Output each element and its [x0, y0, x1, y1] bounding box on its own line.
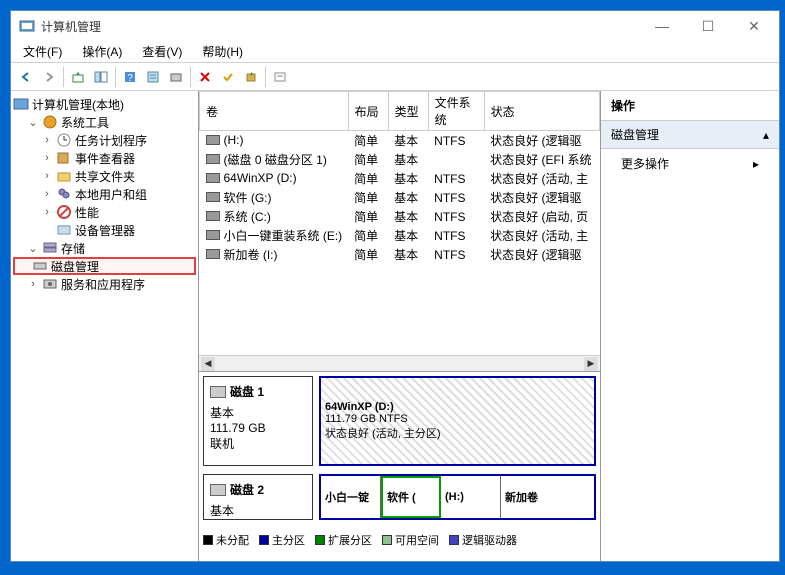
menu-view[interactable]: 查看(V): [136, 41, 188, 62]
list-button[interactable]: [269, 66, 291, 88]
action-disk-mgmt[interactable]: 磁盘管理 ▴: [601, 121, 779, 149]
expand-icon[interactable]: ›: [41, 134, 53, 146]
disk2-partition-3[interactable]: (H:): [441, 476, 501, 518]
table-row[interactable]: 系统 (C:)简单基本NTFS状态良好 (启动, 页: [200, 207, 600, 226]
volume-icon: [206, 173, 220, 183]
content-area: 计算机管理(本地) ⌄系统工具 ›任务计划程序 ›事件查看器 ›共享文件夹 ›本…: [11, 91, 779, 561]
up-button[interactable]: [67, 66, 89, 88]
tree-shared-folders[interactable]: ›共享文件夹: [13, 167, 196, 185]
close-button[interactable]: ✕: [731, 11, 777, 41]
volume-list[interactable]: 卷 布局 类型 文件系统 状态 (H:)简单基本NTFS状态良好 (逻辑驱(磁盘…: [199, 91, 600, 355]
titlebar: 计算机管理 ― ☐ ✕: [11, 11, 779, 41]
table-row[interactable]: (H:)简单基本NTFS状态良好 (逻辑驱: [200, 131, 600, 151]
disk2-partitions: 小白一锭 软件 ( (H:) 新加卷: [319, 474, 596, 520]
app-icon: [19, 18, 35, 34]
col-layout[interactable]: 布局: [348, 92, 388, 131]
action-pane: 操作 磁盘管理 ▴ 更多操作 ▸: [601, 91, 779, 561]
collapse-icon[interactable]: ⌄: [27, 242, 39, 255]
collapse-icon: ▴: [763, 128, 769, 142]
show-hide-tree-button[interactable]: [90, 66, 112, 88]
tree-storage[interactable]: ⌄存储: [13, 239, 196, 257]
back-button[interactable]: [15, 66, 37, 88]
volume-icon: [206, 211, 220, 221]
expand-icon[interactable]: ›: [27, 278, 39, 290]
disk1-partitions: 64WinXP (D:) 111.79 GB NTFS 状态良好 (活动, 主分…: [319, 376, 596, 466]
disk-row-2: 磁盘 2 基本 小白一锭 软件 ( (H:) 新加卷: [203, 474, 596, 520]
col-volume[interactable]: 卷: [200, 92, 349, 131]
disk-icon: [210, 386, 226, 398]
svg-text:?: ?: [127, 73, 133, 84]
window-title: 计算机管理: [41, 18, 639, 35]
col-type[interactable]: 类型: [388, 92, 428, 131]
volume-icon: [206, 192, 220, 202]
expand-icon[interactable]: ›: [41, 188, 53, 200]
table-row[interactable]: 小白一键重装系统 (E:)简单基本NTFS状态良好 (活动, 主: [200, 226, 600, 245]
scroll-left-icon[interactable]: ◀: [201, 357, 215, 371]
tree-event-viewer[interactable]: ›事件查看器: [13, 149, 196, 167]
properties-button[interactable]: [142, 66, 164, 88]
check-button[interactable]: [217, 66, 239, 88]
disk-graphic-pane[interactable]: 磁盘 1 基本 111.79 GB 联机 64WinXP (D:) 111.79…: [199, 371, 600, 561]
table-row[interactable]: 新加卷 (I:)简单基本NTFS状态良好 (逻辑驱: [200, 245, 600, 264]
delete-button[interactable]: [194, 66, 216, 88]
volume-icon: [206, 249, 220, 259]
volume-icon: [206, 154, 220, 164]
app-window: 计算机管理 ― ☐ ✕ 文件(F) 操作(A) 查看(V) 帮助(H) ? 计算…: [10, 10, 780, 562]
chevron-right-icon: ▸: [753, 157, 759, 171]
disk-icon: [210, 484, 226, 496]
tree-local-users[interactable]: ›本地用户和组: [13, 185, 196, 203]
legend: 未分配 主分区 扩展分区 可用空间 逻辑驱动器: [203, 528, 596, 552]
forward-button[interactable]: [38, 66, 60, 88]
menu-help[interactable]: 帮助(H): [196, 41, 249, 62]
menu-file[interactable]: 文件(F): [17, 41, 68, 62]
volume-table: 卷 布局 类型 文件系统 状态 (H:)简单基本NTFS状态良好 (逻辑驱(磁盘…: [199, 91, 600, 264]
toolbar: ?: [11, 63, 779, 91]
center-pane: 卷 布局 类型 文件系统 状态 (H:)简单基本NTFS状态良好 (逻辑驱(磁盘…: [199, 91, 601, 561]
refresh-button[interactable]: [240, 66, 262, 88]
menu-action[interactable]: 操作(A): [76, 41, 128, 62]
tree-services[interactable]: ›服务和应用程序: [13, 275, 196, 293]
disk2-partition-2[interactable]: 软件 (: [381, 476, 441, 518]
tree-root[interactable]: 计算机管理(本地): [13, 95, 196, 113]
disk2-info[interactable]: 磁盘 2 基本: [203, 474, 313, 520]
minimize-button[interactable]: ―: [639, 11, 685, 41]
menubar: 文件(F) 操作(A) 查看(V) 帮助(H): [11, 41, 779, 63]
col-status[interactable]: 状态: [484, 92, 599, 131]
collapse-icon[interactable]: ⌄: [27, 116, 39, 129]
disk-row-1: 磁盘 1 基本 111.79 GB 联机 64WinXP (D:) 111.79…: [203, 376, 596, 466]
col-fs[interactable]: 文件系统: [428, 92, 484, 131]
h-scrollbar[interactable]: ◀ ▶: [199, 355, 600, 371]
tree-system-tools[interactable]: ⌄系统工具: [13, 113, 196, 131]
maximize-button[interactable]: ☐: [685, 11, 731, 41]
tree-disk-management[interactable]: 磁盘管理: [13, 257, 196, 275]
tree-task-scheduler[interactable]: ›任务计划程序: [13, 131, 196, 149]
tree-pane[interactable]: 计算机管理(本地) ⌄系统工具 ›任务计划程序 ›事件查看器 ›共享文件夹 ›本…: [11, 91, 199, 561]
table-row[interactable]: 64WinXP (D:)简单基本NTFS状态良好 (活动, 主: [200, 169, 600, 188]
expand-icon[interactable]: ›: [41, 170, 53, 182]
action-more[interactable]: 更多操作 ▸: [601, 149, 779, 178]
help-button[interactable]: ?: [119, 66, 141, 88]
volume-icon: [206, 135, 220, 145]
disk2-partition-4[interactable]: 新加卷: [501, 476, 594, 518]
settings-button[interactable]: [165, 66, 187, 88]
scroll-right-icon[interactable]: ▶: [584, 357, 598, 371]
tree-device-manager[interactable]: 设备管理器: [13, 221, 196, 239]
volume-icon: [206, 230, 220, 240]
actions-header: 操作: [601, 91, 779, 121]
table-row[interactable]: (磁盘 0 磁盘分区 1)简单基本状态良好 (EFI 系统: [200, 150, 600, 169]
expand-icon[interactable]: ›: [41, 206, 53, 218]
disk1-info[interactable]: 磁盘 1 基本 111.79 GB 联机: [203, 376, 313, 466]
disk2-partition-1[interactable]: 小白一锭: [321, 476, 381, 518]
tree-performance[interactable]: ›性能: [13, 203, 196, 221]
disk1-partition-d[interactable]: 64WinXP (D:) 111.79 GB NTFS 状态良好 (活动, 主分…: [321, 378, 594, 464]
expand-icon[interactable]: ›: [41, 152, 53, 164]
table-row[interactable]: 软件 (G:)简单基本NTFS状态良好 (逻辑驱: [200, 188, 600, 207]
